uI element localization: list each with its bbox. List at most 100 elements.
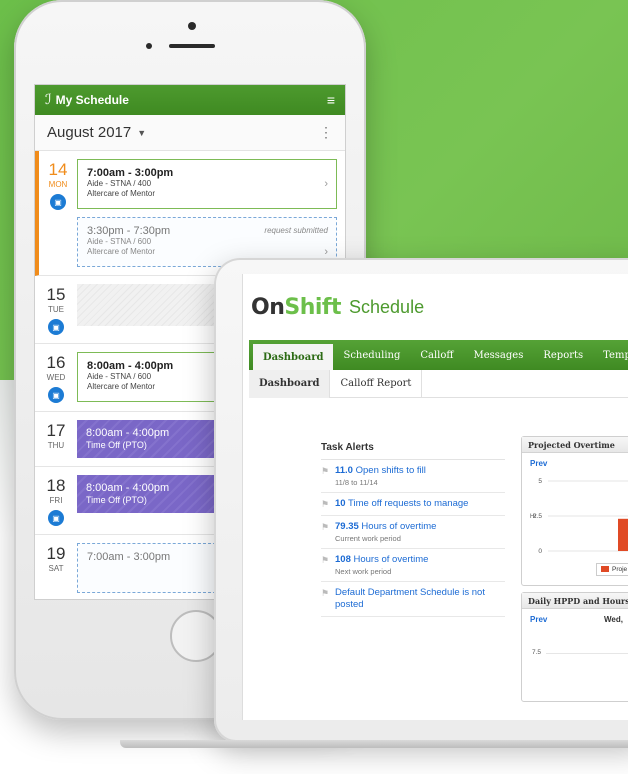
- brand-shift: Shift: [284, 294, 342, 320]
- task-alert-body: 11.0 Open shifts to fill 11/8 to 11/14: [335, 465, 505, 487]
- day-of-week: WED: [46, 373, 66, 382]
- main-nav: Dashboard Scheduling Calloff Messages Report…: [249, 340, 628, 370]
- day-of-week: SAT: [48, 564, 64, 573]
- calendar-add-icon[interactable]: ▣: [48, 319, 64, 335]
- legend-swatch: [601, 566, 609, 573]
- task-alert-text: Time off requests to manage: [348, 498, 469, 509]
- y-tick-label: 0: [538, 548, 542, 555]
- day-of-week: MON: [48, 180, 68, 189]
- month-selector[interactable]: August 2017 ▼ ⋮: [35, 115, 345, 151]
- onshift-logo-icon: ℐ: [45, 92, 52, 108]
- chevron-right-icon[interactable]: ›: [324, 246, 328, 258]
- task-alerts: Task Alerts ⚑ 11.0 Open shifts to fill 11/…: [321, 442, 505, 617]
- task-alert-item[interactable]: ⚑ Default Department Schedule is not post…: [321, 582, 505, 617]
- gridline: [546, 653, 628, 654]
- task-alert-link[interactable]: Default Department Schedule is not poste…: [335, 587, 505, 611]
- task-alert-body: 79.35 Hours of overtime Current work peri…: [335, 521, 505, 543]
- brand-on: On: [251, 294, 285, 320]
- task-alert-text: Default Department Schedule is not poste…: [335, 587, 485, 610]
- shift-location: Altercare of Mentor: [87, 247, 156, 256]
- task-alert-link[interactable]: 10 Time off requests to manage: [335, 498, 505, 510]
- shift-role: Aide - STNA / 600: [87, 237, 152, 246]
- y-tick-label: 7.5: [532, 649, 542, 656]
- flag-icon: ⚑: [321, 499, 330, 509]
- chart-legend: Proje: [596, 563, 628, 576]
- prev-link[interactable]: Prev: [530, 615, 547, 624]
- task-alert-text: Hours of overtime: [353, 554, 429, 565]
- phone-camera: [188, 22, 196, 30]
- request-status: request submitted: [264, 226, 328, 235]
- task-alert-item[interactable]: ⚑ 79.35 Hours of overtime Current work per…: [321, 516, 505, 549]
- legend-label: Proje: [612, 566, 628, 573]
- task-alert-item[interactable]: ⚑ 10 Time off requests to manage: [321, 493, 505, 516]
- flag-icon: ⚑: [321, 555, 330, 565]
- calendar-add-icon[interactable]: ▣: [48, 387, 64, 403]
- shift-card[interactable]: 7:00am - 3:00pm Aide - STNA / 400 Altercar…: [77, 159, 337, 209]
- nav-tab-dashboard[interactable]: Dashboard: [253, 344, 334, 370]
- flag-icon: ⚑: [321, 466, 330, 476]
- day-number: 18: [46, 476, 66, 495]
- day-number: 19: [46, 544, 66, 563]
- nav-tab-reports[interactable]: Reports: [533, 340, 593, 370]
- flag-icon: ⚑: [321, 522, 330, 532]
- task-alerts-list: ⚑ 11.0 Open shifts to fill 11/8 to 11/14 ⚑ 1…: [321, 460, 505, 617]
- task-alert-count: 11.0: [335, 465, 353, 476]
- day-column: 16 WED ▣: [35, 352, 77, 403]
- shift-role: Aide - STNA / 400: [87, 179, 152, 188]
- task-alert-count: 108: [335, 554, 351, 565]
- app-bar: ℐ My Schedule ≡: [35, 85, 345, 115]
- nav-tab-template[interactable]: Template: [593, 340, 628, 370]
- day-number: 15: [46, 285, 66, 304]
- laptop-screen: OnShift Schedule Dashboard Scheduling Call…: [242, 274, 628, 720]
- more-options-icon[interactable]: ⋮: [319, 124, 333, 141]
- y-tick-label: 5: [538, 478, 542, 485]
- nav-tab-messages[interactable]: Messages: [464, 340, 534, 370]
- day-column: 19 SAT: [35, 543, 77, 593]
- calendar-add-icon[interactable]: ▣: [50, 194, 66, 210]
- caret-down-icon[interactable]: ▼: [137, 128, 146, 138]
- overtime-bar[interactable]: [618, 518, 628, 551]
- sub-nav: Dashboard Calloff Report: [249, 369, 628, 398]
- task-alert-text: Hours of overtime: [361, 521, 437, 532]
- task-alerts-title: Task Alerts: [321, 442, 505, 460]
- panel-title: Projected Overtime: [522, 437, 628, 453]
- panel-title: Daily HPPD and Hours: [522, 593, 628, 609]
- task-alert-body: 108 Hours of overtime Next work period: [335, 554, 505, 576]
- nav-tab-scheduling[interactable]: Scheduling: [333, 340, 410, 370]
- web-header: OnShift Schedule: [243, 274, 628, 340]
- phone-sensor: [146, 43, 152, 49]
- subnav-tab-calloff-report[interactable]: Calloff Report: [330, 369, 423, 398]
- menu-icon[interactable]: ≡: [327, 92, 335, 108]
- calendar-add-icon[interactable]: ▣: [48, 510, 64, 526]
- day-column: 15 TUE ▣: [35, 284, 77, 335]
- subnav-tab-dashboard[interactable]: Dashboard: [249, 369, 331, 398]
- task-alert-body: Default Department Schedule is not poste…: [335, 587, 505, 611]
- day-of-week: FRI: [49, 496, 63, 505]
- shift-list: 7:00am - 3:00pm Aide - STNA / 400 Altercar…: [77, 159, 337, 267]
- day-of-week: TUE: [48, 305, 64, 314]
- nav-tab-calloff[interactable]: Calloff: [410, 340, 463, 370]
- task-alert-link[interactable]: 79.35 Hours of overtime: [335, 521, 505, 533]
- panel-date: Wed,: [604, 615, 623, 624]
- product-name: Schedule: [349, 296, 425, 317]
- day-column: 18 FRI ▣: [35, 475, 77, 526]
- task-alert-count: 79.35: [335, 521, 359, 532]
- projected-overtime-panel: Projected Overtime Prev 5 2.5 0 Hr Proje: [521, 436, 628, 586]
- task-alert-subtext: Next work period: [335, 567, 392, 576]
- day-number: 14: [48, 160, 68, 179]
- task-alert-subtext: 11/8 to 11/14: [335, 478, 378, 487]
- shift-time: 7:00am - 3:00pm: [87, 167, 174, 179]
- task-alert-item[interactable]: ⚑ 108 Hours of overtime Next work period: [321, 549, 505, 582]
- task-alert-subtext: Current work period: [335, 534, 401, 543]
- chevron-right-icon[interactable]: ›: [324, 178, 328, 190]
- onshift-brand-logo[interactable]: OnShift: [251, 294, 342, 320]
- day-of-week: THU: [47, 441, 65, 450]
- task-alert-text: Open shifts to fill: [355, 465, 426, 476]
- task-alert-link[interactable]: 11.0 Open shifts to fill: [335, 465, 505, 477]
- task-alert-link[interactable]: 108 Hours of overtime: [335, 554, 505, 566]
- month-label: August 2017: [47, 124, 132, 141]
- flag-icon: ⚑: [321, 588, 330, 598]
- task-alert-item[interactable]: ⚑ 11.0 Open shifts to fill 11/8 to 11/14: [321, 460, 505, 493]
- day-column: 17 THU: [35, 420, 77, 458]
- laptop-base: [120, 740, 628, 748]
